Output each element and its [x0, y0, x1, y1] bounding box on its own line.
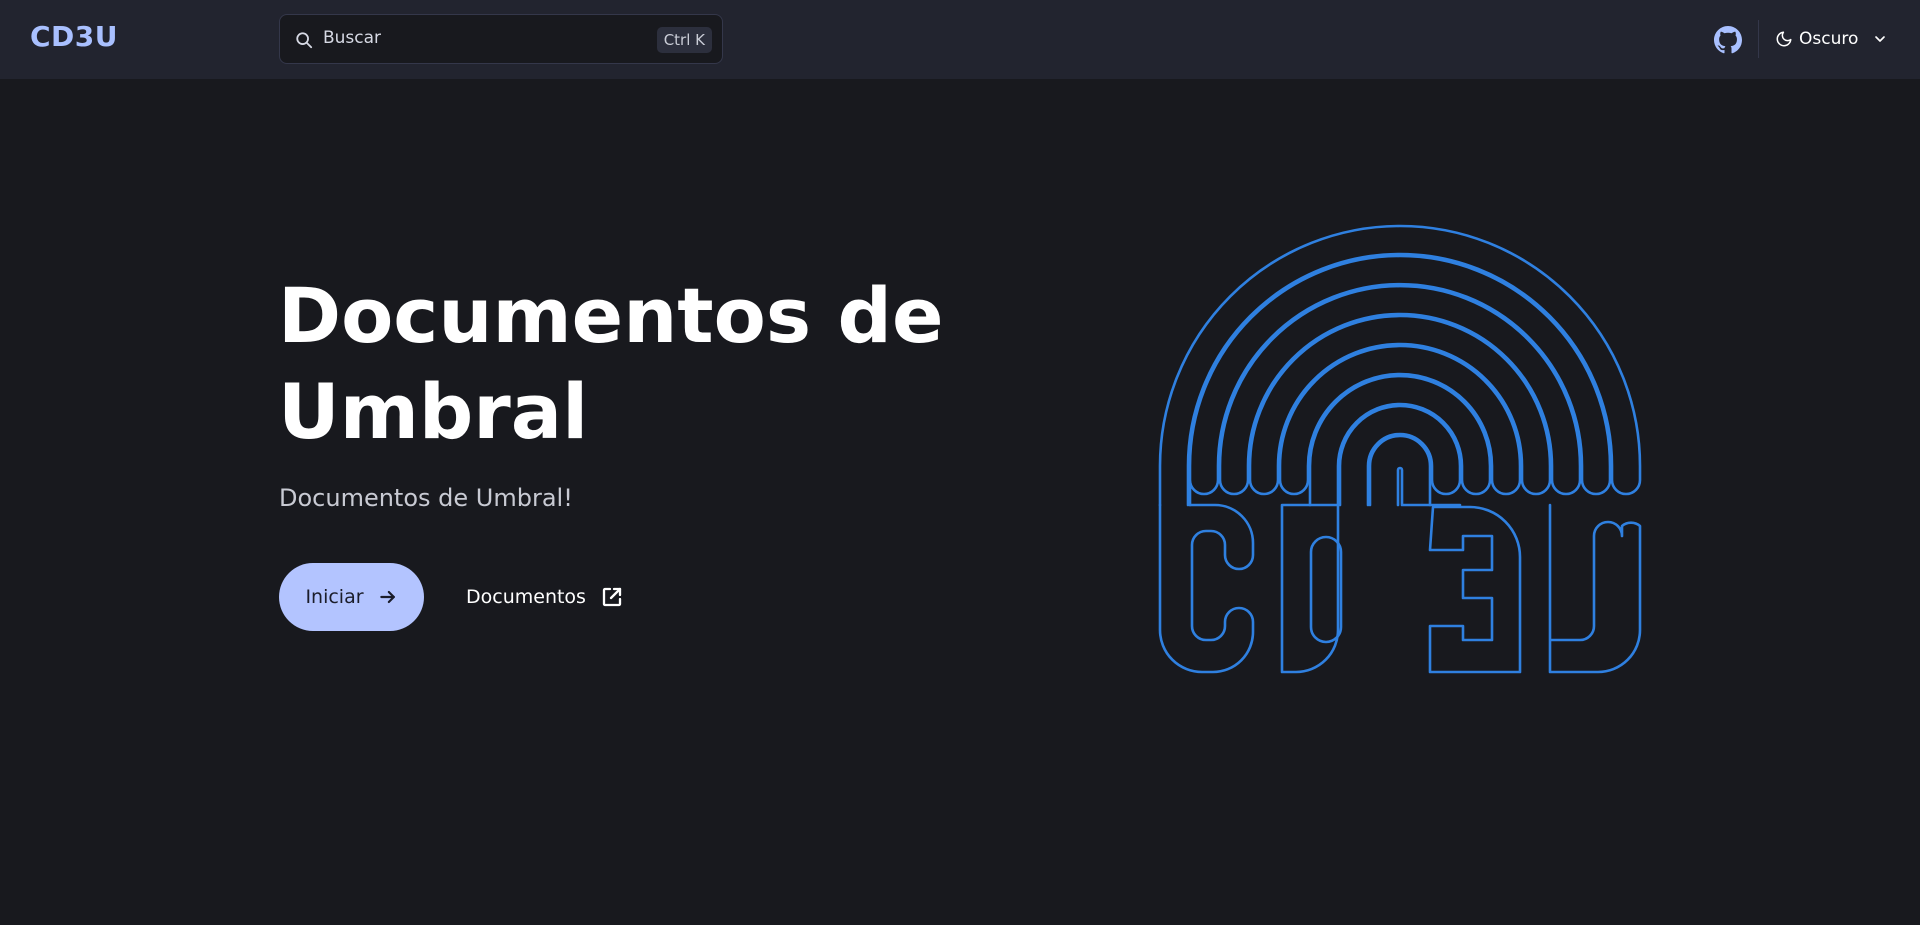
top-navbar: CD3U Buscar Ctrl K Oscuro — [0, 0, 1920, 79]
search-icon — [296, 32, 313, 49]
hero-subtitle: Documentos de Umbral! — [279, 484, 573, 512]
external-link-icon — [602, 587, 622, 607]
theme-label: Oscuro — [1799, 29, 1859, 49]
brand-logo-link[interactable]: CD3U — [30, 20, 118, 53]
hero-title: Documentos de Umbral — [278, 271, 944, 456]
search-shortcut-hint: Ctrl K — [656, 27, 712, 53]
arrow-right-icon — [379, 590, 395, 604]
navbar-divider — [1758, 20, 1759, 58]
search-button[interactable]: Buscar Ctrl K — [279, 14, 723, 64]
docs-link-button[interactable]: Documentos — [466, 563, 624, 631]
github-icon[interactable] — [1714, 26, 1742, 54]
theme-toggle-dropdown[interactable]: Oscuro — [1775, 20, 1888, 58]
cd3u-logo-illustration — [1158, 224, 1642, 674]
start-button-label: Iniciar — [305, 586, 364, 608]
start-button[interactable]: Iniciar — [279, 563, 424, 631]
chevron-down-icon — [1875, 36, 1886, 42]
docs-link-label: Documentos — [466, 586, 586, 608]
search-placeholder: Buscar — [323, 28, 382, 48]
moon-icon — [1776, 31, 1792, 47]
